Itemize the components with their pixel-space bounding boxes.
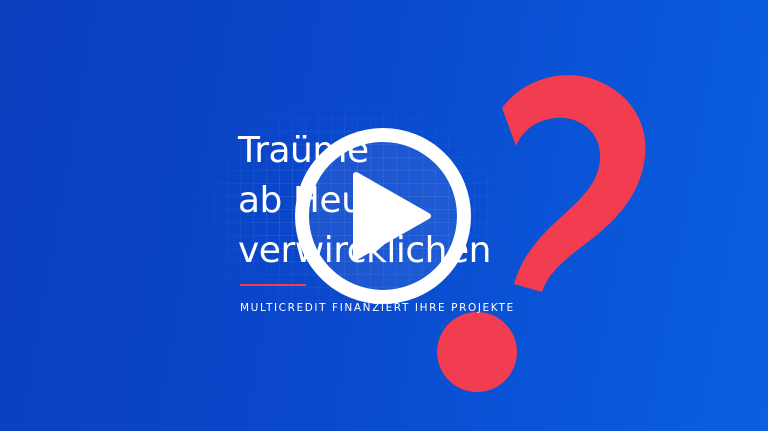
play-button[interactable] [292, 125, 474, 307]
play-icon [295, 128, 471, 304]
video-thumbnail[interactable]: Traüme ab Heute verwircklichen MULTICRED… [0, 0, 768, 431]
